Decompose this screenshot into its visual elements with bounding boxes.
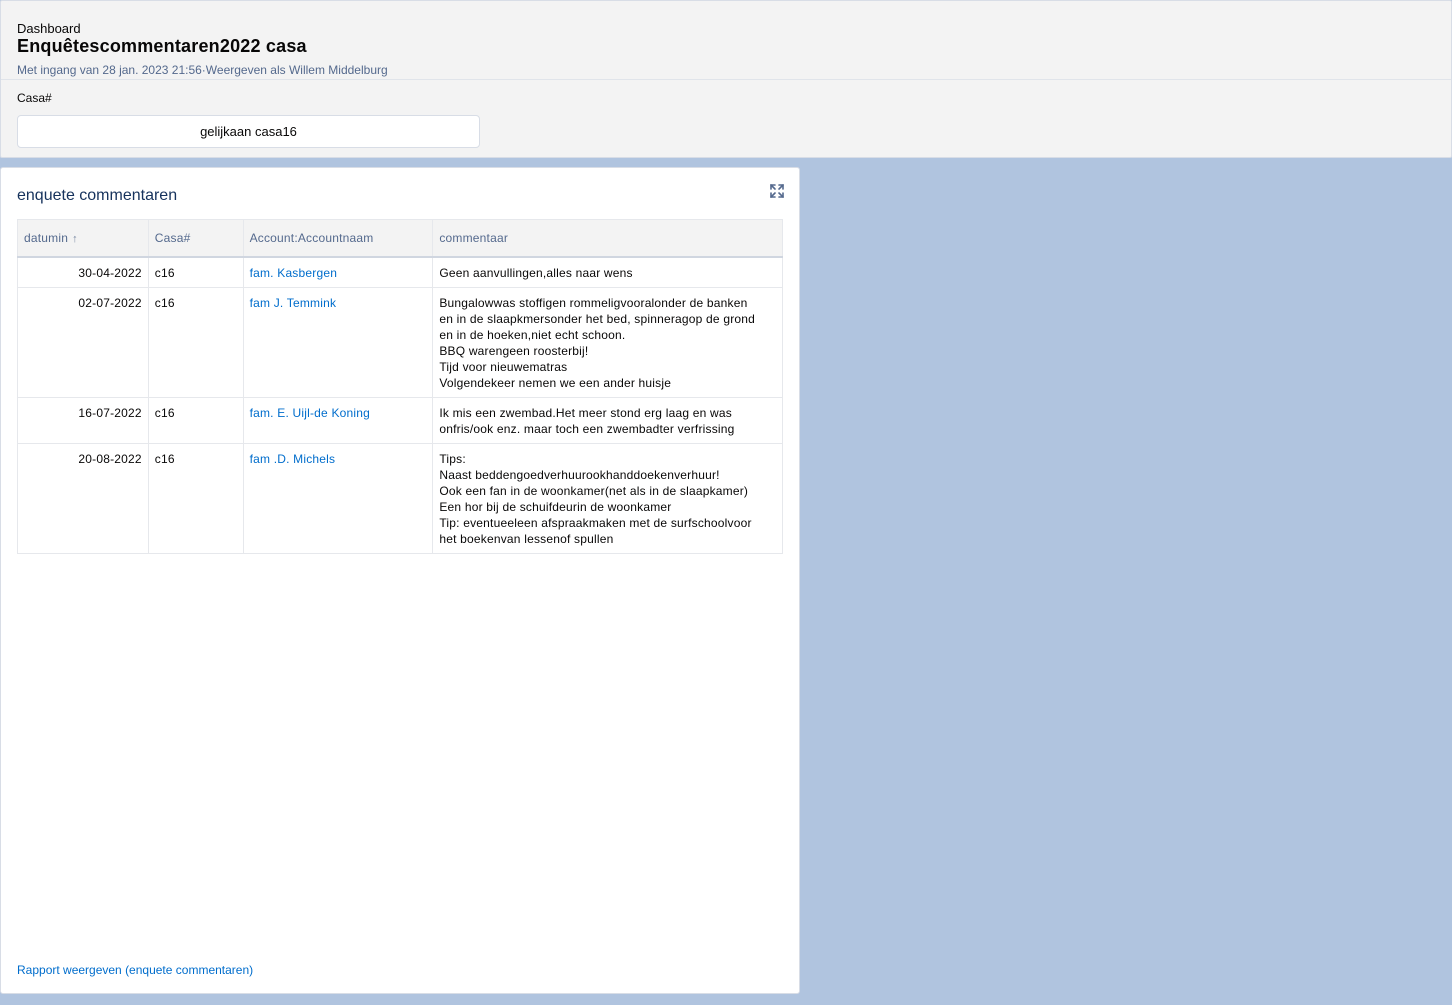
cell-casa: c16 xyxy=(147,442,244,554)
filter-value: gelijkaan casa16 xyxy=(200,124,297,139)
dashboard-header: Dashboard Enquêtescommentaren2022 casa M… xyxy=(0,0,1452,158)
page-subtitle: Met ingang van 28 jan. 2023 21:56·Weerge… xyxy=(17,63,388,77)
page-title: Enquêtescommentaren2022 casa xyxy=(17,36,307,56)
table-row: 20-08-2022 c16 fam .D. Michels Tips: Naa… xyxy=(17,442,783,554)
comments-table: datumin ↑ Casa# Account:Accountnaam comme… xyxy=(17,219,783,554)
cell-comment: Bungalowwas stoffigen rommeligvooralonde… xyxy=(432,286,783,398)
widget-title: enquete commentaren xyxy=(17,187,178,204)
table-row: 16-07-2022 c16 fam. E. Uijl-de Koning Ik… xyxy=(17,396,783,444)
cell-account-link[interactable]: fam J. Temmink xyxy=(242,286,434,398)
sort-ascending-icon[interactable]: ↑ xyxy=(72,233,78,245)
cell-casa: c16 xyxy=(147,396,244,444)
cell-date: 02-07-2022 xyxy=(17,286,149,398)
table-header-row: datumin ↑ Casa# Account:Accountnaam comme… xyxy=(17,219,783,258)
table-row: 02-07-2022 c16 fam J. Temmink Bungalowwa… xyxy=(17,286,783,398)
cell-account-link[interactable]: fam .D. Michels xyxy=(242,442,434,554)
expand-icon[interactable] xyxy=(769,183,785,199)
column-header-account[interactable]: Account:Accountnaam xyxy=(242,219,434,258)
view-report-link[interactable]: Rapport weergeven (enquete commentaren) xyxy=(17,963,253,977)
column-header-casa[interactable]: Casa# xyxy=(147,219,244,258)
casa-filter-button[interactable]: gelijkaan casa16 xyxy=(17,115,480,148)
filter-label: Casa# xyxy=(17,91,52,105)
cell-comment: Tips: Naast beddengoedverhuurookhanddoek… xyxy=(432,442,783,554)
breadcrumb[interactable]: Dashboard xyxy=(17,21,81,36)
header-divider xyxy=(1,79,1451,80)
table-row: 30-04-2022 c16 fam. Kasbergen Geen aanvu… xyxy=(17,256,783,288)
cell-casa: c16 xyxy=(147,256,244,288)
cell-casa: c16 xyxy=(147,286,244,398)
cell-date: 30-04-2022 xyxy=(17,256,149,288)
cell-comment: Geen aanvullingen,alles naar wens xyxy=(432,256,783,288)
column-header-date[interactable]: datumin ↑ xyxy=(17,219,149,258)
column-header-comment[interactable]: commentaar xyxy=(432,219,783,258)
cell-date: 16-07-2022 xyxy=(17,396,149,444)
cell-account-link[interactable]: fam. E. Uijl-de Koning xyxy=(242,396,434,444)
cell-account-link[interactable]: fam. Kasbergen xyxy=(242,256,434,288)
cell-comment: Ik mis een zwembad.Het meer stond erg la… xyxy=(432,396,783,444)
cell-date: 20-08-2022 xyxy=(17,442,149,554)
comments-widget: enquete commentaren datumin ↑ Casa# Accou… xyxy=(0,167,800,994)
